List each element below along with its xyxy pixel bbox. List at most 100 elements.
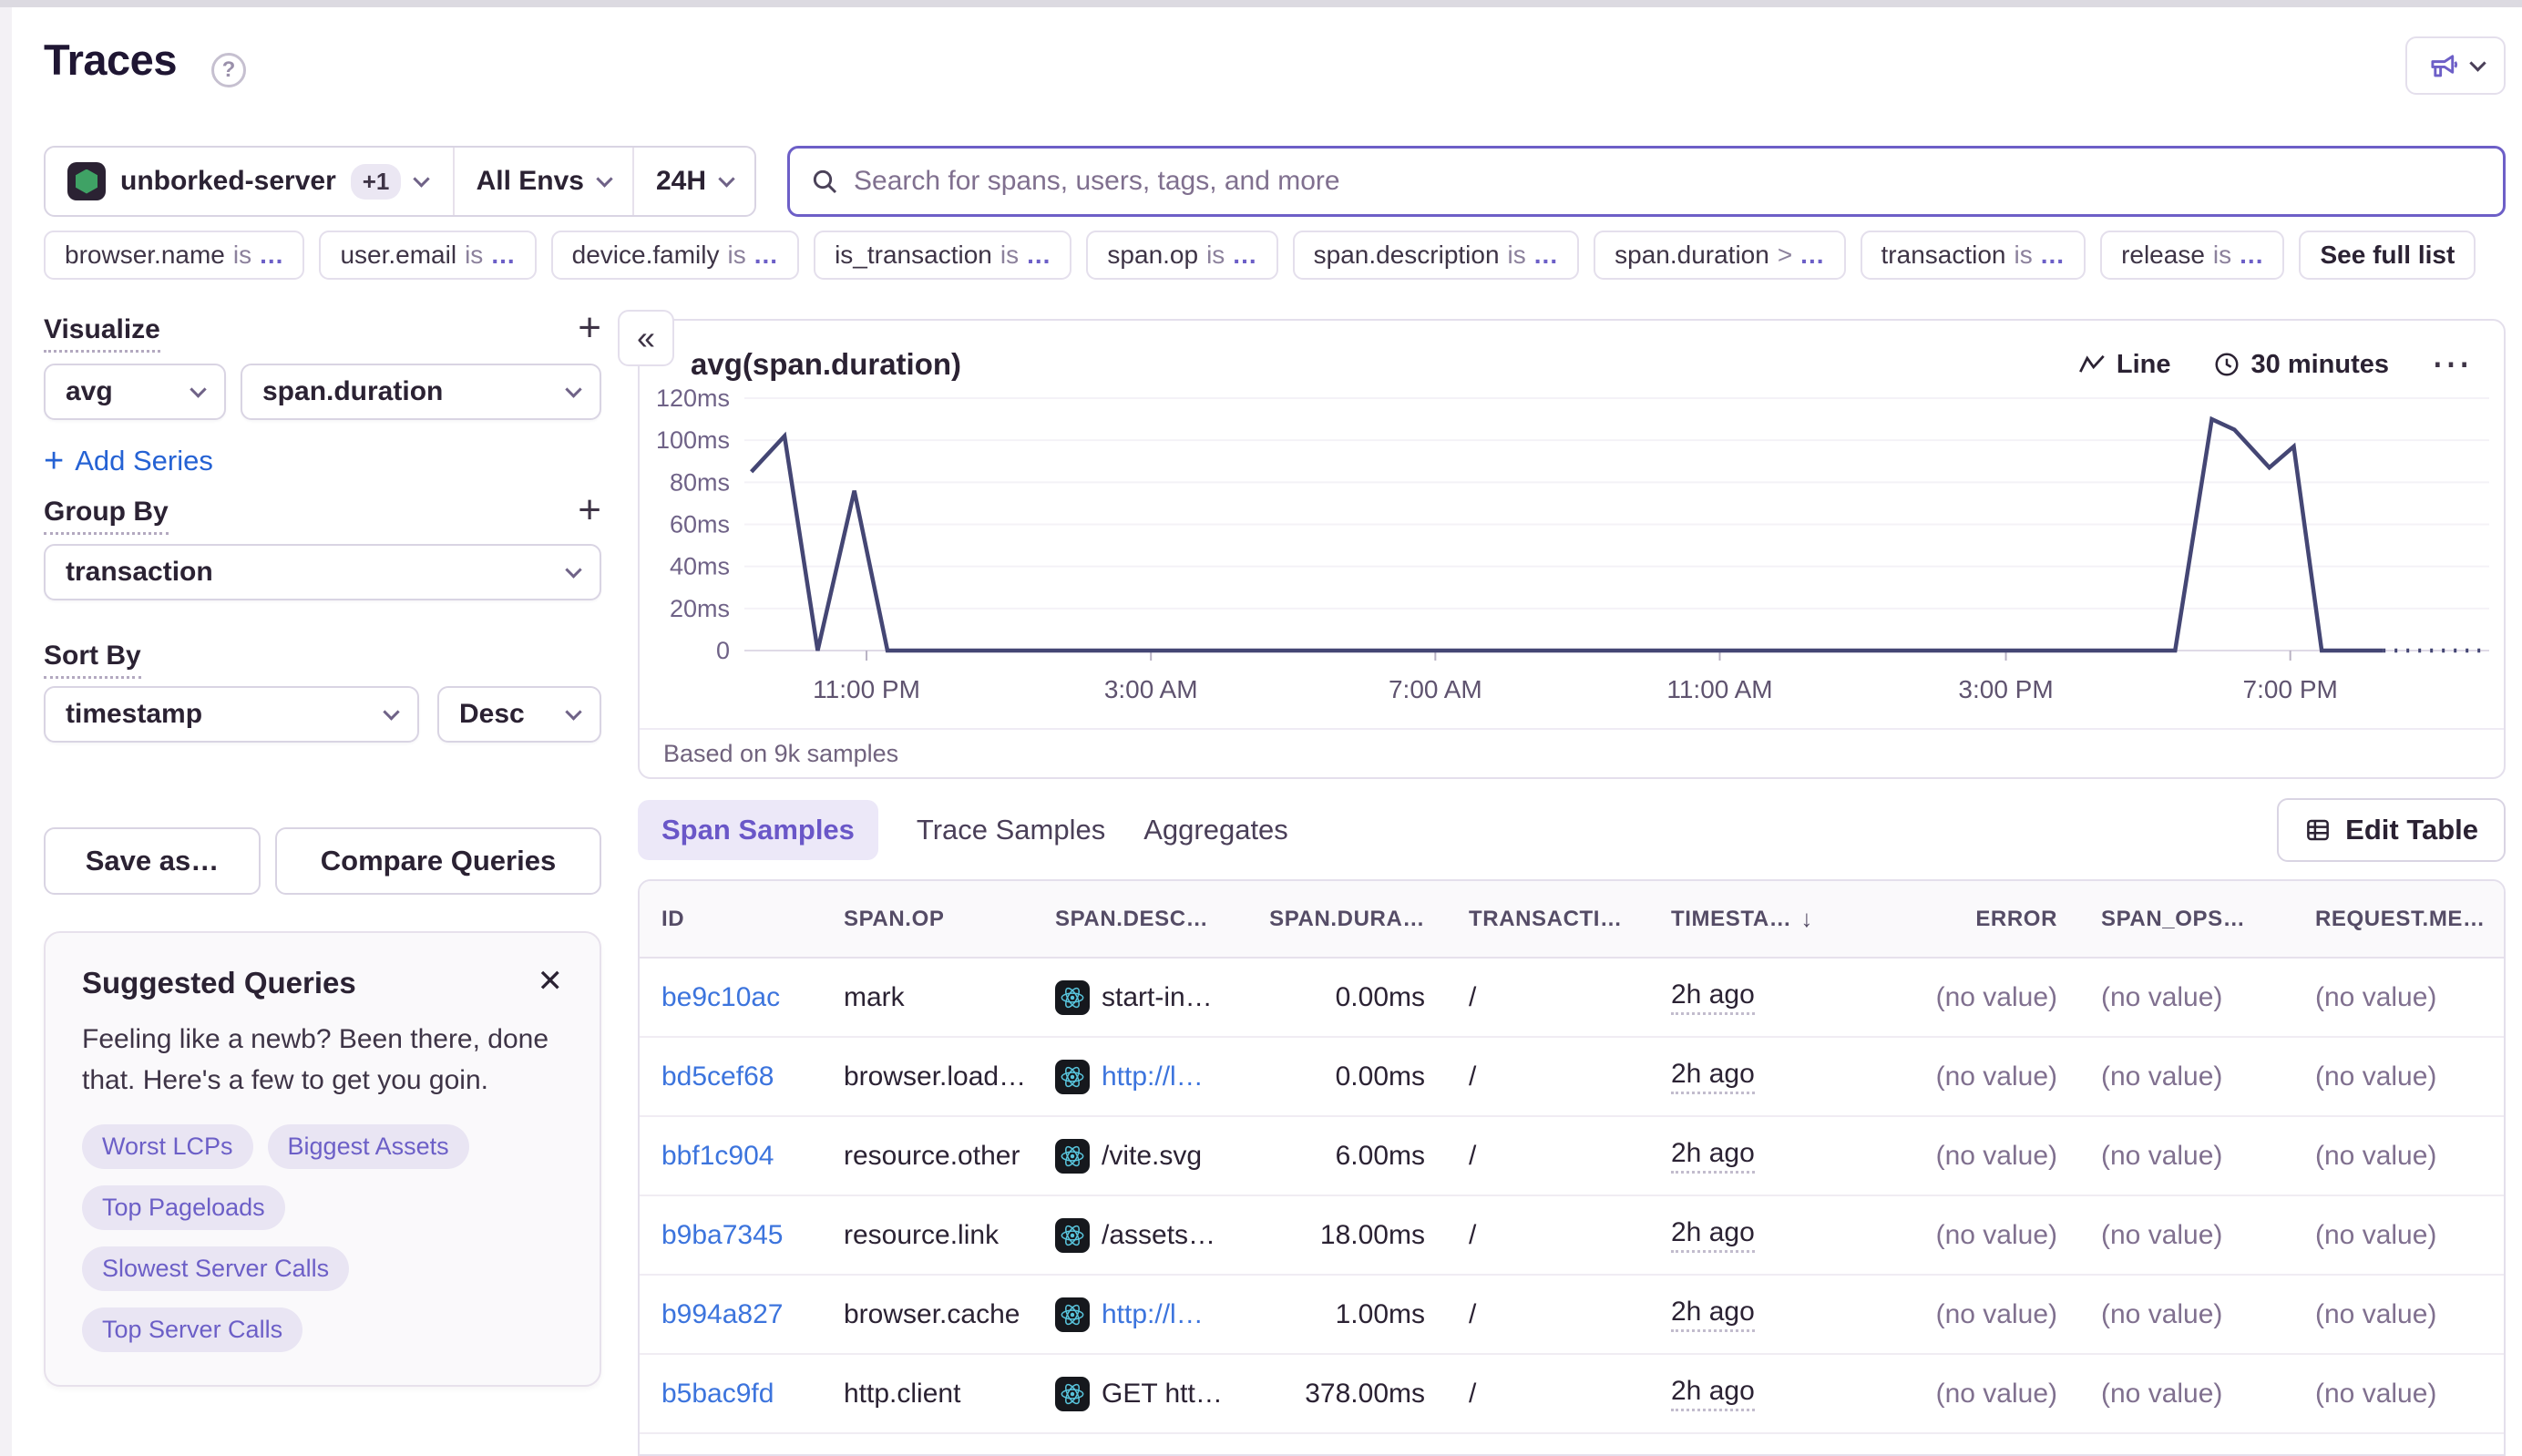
cell-span-ops: (no value) (2079, 982, 2293, 1013)
whats-new-button[interactable] (2405, 36, 2506, 95)
span-description-text: GET htt… (1102, 1379, 1223, 1410)
span-id-link[interactable]: bbf1c904 (661, 1141, 774, 1172)
filter-chip[interactable]: span.descriptionis... (1293, 231, 1579, 280)
chip-value: ... (2041, 241, 2065, 270)
y-axis-tick-label: 100ms (656, 426, 730, 454)
x-axis-tick-label: 11:00 AM (1666, 675, 1772, 703)
project-selector[interactable]: unborked-server +1 (46, 148, 453, 215)
filter-chips-row: browser.nameis... user.emailis... device.f… (44, 231, 2476, 280)
filter-chip[interactable]: span.duration>... (1594, 231, 1845, 280)
chevron-down-icon (2469, 55, 2486, 71)
chart-footnote: Based on 9k samples (640, 728, 2504, 777)
window-top-edge (0, 0, 2522, 7)
cell-transaction: / (1447, 1299, 1649, 1330)
sort-by-heading: Sort By (44, 641, 141, 679)
cell-error: (no value) (1915, 1061, 2079, 1092)
chip-operator: is (233, 241, 251, 270)
cell-id: be9c10ac (640, 982, 822, 1013)
filter-chip[interactable]: span.opis... (1086, 231, 1277, 280)
column-header[interactable]: TRANSACTI… (1447, 907, 1649, 932)
cell-span-description: GET htt… (1033, 1377, 1254, 1411)
project-extra-badge: +1 (351, 164, 402, 200)
chip-key: span.description (1314, 241, 1500, 270)
column-header[interactable]: SPAN.OP (822, 907, 1033, 932)
column-header[interactable]: TIMESTA…↓ (1649, 905, 1915, 933)
sort-field-select[interactable]: timestamp (44, 686, 419, 743)
column-header[interactable]: ID (640, 907, 822, 932)
close-icon[interactable]: ✕ (538, 966, 564, 997)
x-axis-tick-label: 7:00 PM (2243, 675, 2338, 703)
cell-transaction: / (1447, 982, 1649, 1013)
help-icon[interactable]: ? (211, 53, 246, 87)
search-bar[interactable] (787, 146, 2506, 217)
timestamp-value[interactable]: 2h ago (1671, 1297, 1755, 1332)
field-select[interactable]: span.duration (241, 364, 601, 420)
y-axis-tick-label: 40ms (670, 553, 730, 580)
column-header[interactable]: REQUEST.ME… (2293, 907, 2506, 932)
aggregate-value: avg (66, 376, 113, 407)
table-row: bd5cef68browser.load…http://l…0.00ms/2h … (640, 1038, 2504, 1117)
y-axis-tick-label: 60ms (670, 511, 730, 538)
add-series-button[interactable]: + Add Series (44, 446, 601, 477)
tab-aggregates[interactable]: Aggregates (1143, 800, 1288, 860)
span-id-link[interactable]: be9c10ac (661, 982, 780, 1013)
group-by-select[interactable]: transaction (44, 544, 601, 600)
filter-chip[interactable]: device.familyis... (551, 231, 799, 280)
span-id-link[interactable]: b5bac9fd (661, 1379, 774, 1410)
filter-chip[interactable]: is_transactionis... (814, 231, 1071, 280)
window-left-edge (0, 7, 12, 1456)
edit-table-button[interactable]: Edit Table (2277, 798, 2506, 862)
page-title: Traces (44, 35, 177, 85)
suggested-query-chip[interactable]: Top Server Calls (82, 1307, 302, 1352)
timestamp-value[interactable]: 2h ago (1671, 1059, 1755, 1094)
aggregate-select[interactable]: avg (44, 364, 226, 420)
chevron-down-icon (718, 170, 734, 187)
timestamp-value[interactable]: 2h ago (1671, 979, 1755, 1015)
cell-span-description: /assets… (1033, 1218, 1254, 1253)
sort-direction-select[interactable]: Desc (437, 686, 601, 743)
environment-selector[interactable]: All Envs (455, 148, 632, 215)
date-range-selector[interactable]: 24H (634, 148, 754, 215)
timestamp-value[interactable]: 2h ago (1671, 1138, 1755, 1174)
timestamp-value[interactable]: 2h ago (1671, 1376, 1755, 1411)
save-as-button[interactable]: Save as… (44, 827, 261, 895)
cell-span-duration: 1.00ms (1254, 1299, 1447, 1330)
plus-icon: + (44, 442, 64, 481)
cell-span-ops: (no value) (2079, 1141, 2293, 1172)
collapse-sidebar-button[interactable]: « (618, 310, 674, 366)
column-header[interactable]: SPAN.DESC… (1033, 907, 1254, 932)
table-header-row: IDSPAN.OPSPAN.DESC…SPAN.DURA…TRANSACTI…T… (640, 881, 2504, 959)
add-series-label: Add Series (75, 445, 213, 477)
filter-chip[interactable]: releaseis... (2100, 231, 2284, 280)
tab-trace-samples[interactable]: Trace Samples (917, 800, 1105, 860)
suggested-query-chip[interactable]: Slowest Server Calls (82, 1246, 349, 1291)
span-id-link[interactable]: b9ba7345 (661, 1220, 783, 1251)
span-description-text[interactable]: http://l… (1102, 1061, 1204, 1092)
span-id-link[interactable]: b994a827 (661, 1299, 783, 1330)
timestamp-value[interactable]: 2h ago (1671, 1217, 1755, 1253)
y-axis-tick-label: 0 (716, 637, 730, 664)
tab-span-samples[interactable]: Span Samples (638, 800, 878, 860)
cell-span-ops: (no value) (2079, 1061, 2293, 1092)
see-full-list-button[interactable]: See full list (2299, 231, 2476, 280)
y-axis-tick-label: 80ms (670, 468, 730, 496)
span-description-text[interactable]: http://l… (1102, 1299, 1204, 1330)
column-header[interactable]: SPAN.DURA… (1254, 907, 1447, 932)
react-icon (1055, 980, 1090, 1015)
cell-span-op: http.client (822, 1379, 1033, 1410)
add-group-by-button[interactable]: + (578, 497, 601, 524)
span-id-link[interactable]: bd5cef68 (661, 1061, 774, 1092)
suggested-queries-panel: Suggested Queries ✕ Feeling like a newb?… (44, 931, 601, 1387)
filter-chip[interactable]: browser.nameis... (44, 231, 304, 280)
filter-chip[interactable]: transactionis... (1861, 231, 2086, 280)
search-input[interactable] (854, 166, 2483, 197)
suggested-query-chip[interactable]: Top Pageloads (82, 1185, 285, 1230)
column-header[interactable]: ERROR (1915, 907, 2079, 932)
add-visualize-button[interactable]: + (578, 314, 601, 342)
suggested-query-chip[interactable]: Worst LCPs (82, 1124, 253, 1169)
compare-queries-button[interactable]: Compare Queries (275, 827, 601, 895)
x-axis-tick-label: 3:00 PM (1958, 675, 2053, 703)
suggested-query-chip[interactable]: Biggest Assets (268, 1124, 469, 1169)
column-header[interactable]: SPAN_OPS… (2079, 907, 2293, 932)
filter-chip[interactable]: user.emailis... (319, 231, 536, 280)
